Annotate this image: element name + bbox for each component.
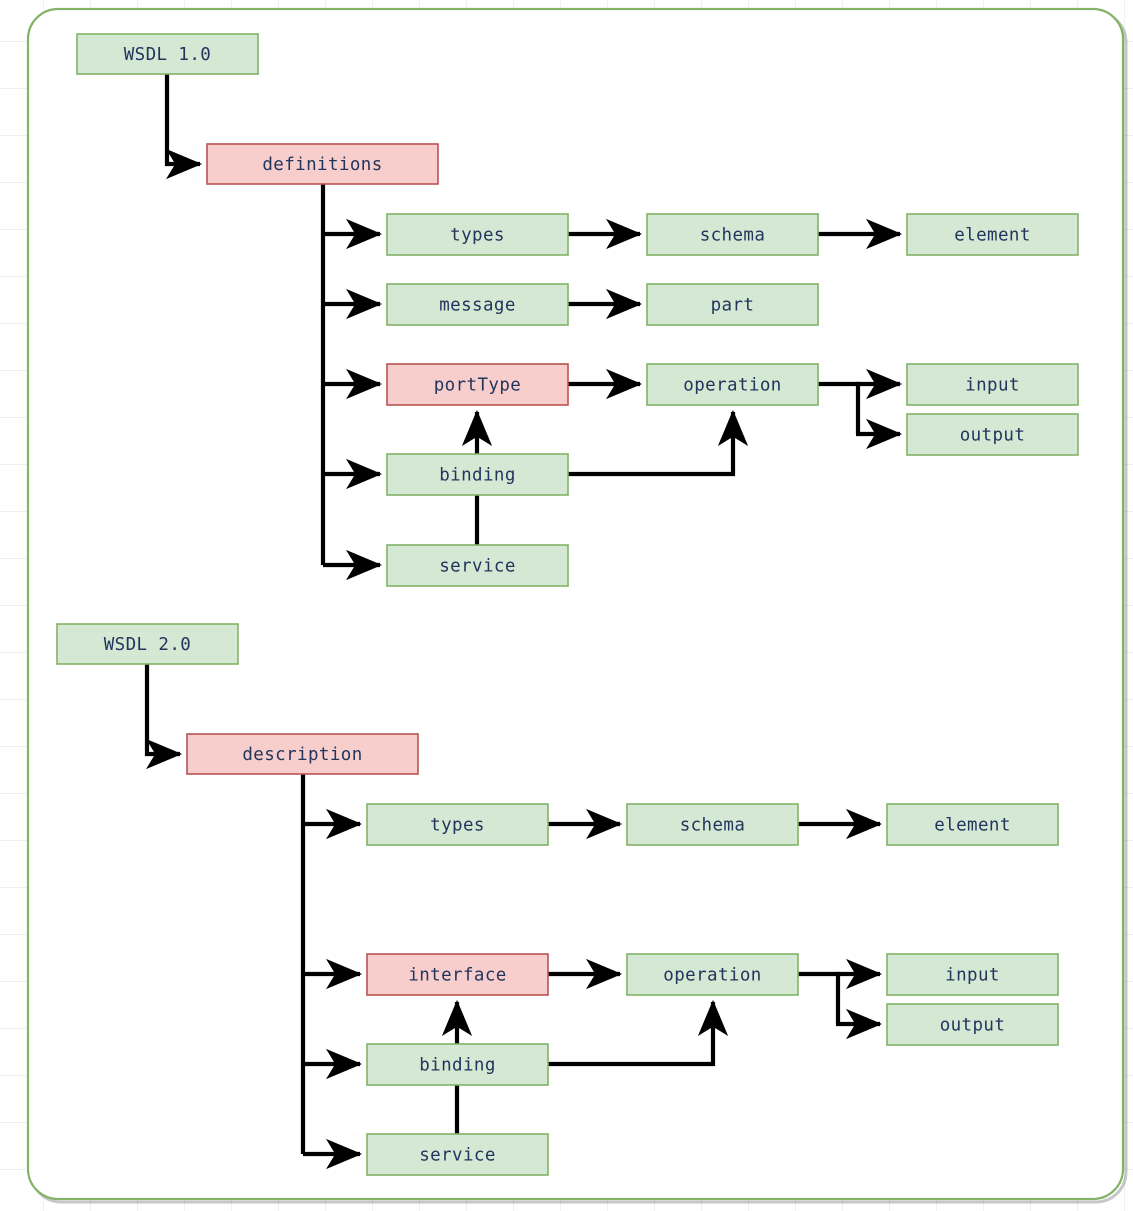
node-label: portType — [434, 376, 522, 396]
node-service[interactable]: service — [386, 544, 569, 587]
node-label: schema — [680, 816, 746, 836]
node-operation[interactable]: operation — [646, 363, 819, 406]
node-service2[interactable]: service — [366, 1133, 549, 1176]
node-label: service — [439, 557, 516, 577]
node-label: output — [940, 1016, 1006, 1036]
node-interface[interactable]: interface — [366, 953, 549, 996]
node-label: input — [965, 376, 1020, 396]
node-label: operation — [663, 966, 761, 986]
node-binding2[interactable]: binding — [366, 1043, 549, 1086]
node-label: service — [419, 1146, 496, 1166]
node-element2[interactable]: element — [886, 803, 1059, 846]
node-label: message — [439, 296, 516, 316]
node-label: part — [711, 296, 755, 316]
diagram-canvas: WSDL 1.0 definitions types schema elemen… — [26, 7, 1128, 1204]
node-output2[interactable]: output — [886, 1003, 1059, 1046]
node-input2[interactable]: input — [886, 953, 1059, 996]
node-label: operation — [683, 376, 781, 396]
node-output[interactable]: output — [906, 413, 1079, 456]
node-label: element — [934, 816, 1011, 836]
node-label: input — [945, 966, 1000, 986]
node-wsdl10[interactable]: WSDL 1.0 — [76, 33, 259, 75]
node-message[interactable]: message — [386, 283, 569, 326]
node-label: WSDL 1.0 — [124, 45, 212, 65]
node-types[interactable]: types — [386, 213, 569, 256]
node-label: schema — [700, 226, 766, 246]
wsdl-structure-diagram: WSDL 1.0 definitions types schema elemen… — [0, 0, 1133, 1211]
node-schema2[interactable]: schema — [626, 803, 799, 846]
node-definitions[interactable]: definitions — [206, 143, 439, 185]
node-label: types — [430, 816, 485, 836]
node-label: WSDL 2.0 — [104, 635, 192, 655]
node-description[interactable]: description — [186, 733, 419, 775]
node-label: output — [960, 426, 1026, 446]
node-wsdl20[interactable]: WSDL 2.0 — [56, 623, 239, 665]
node-schema[interactable]: schema — [646, 213, 819, 256]
node-types2[interactable]: types — [366, 803, 549, 846]
node-element[interactable]: element — [906, 213, 1079, 256]
node-label: description — [242, 745, 362, 765]
node-part[interactable]: part — [646, 283, 819, 326]
node-label: types — [450, 226, 505, 246]
node-input[interactable]: input — [906, 363, 1079, 406]
node-label: binding — [439, 466, 516, 486]
node-porttype[interactable]: portType — [386, 363, 569, 406]
node-label: element — [954, 226, 1031, 246]
node-label: binding — [419, 1056, 496, 1076]
node-label: definitions — [262, 155, 382, 175]
node-label: interface — [408, 966, 506, 986]
node-binding[interactable]: binding — [386, 453, 569, 496]
node-operation2[interactable]: operation — [626, 953, 799, 996]
